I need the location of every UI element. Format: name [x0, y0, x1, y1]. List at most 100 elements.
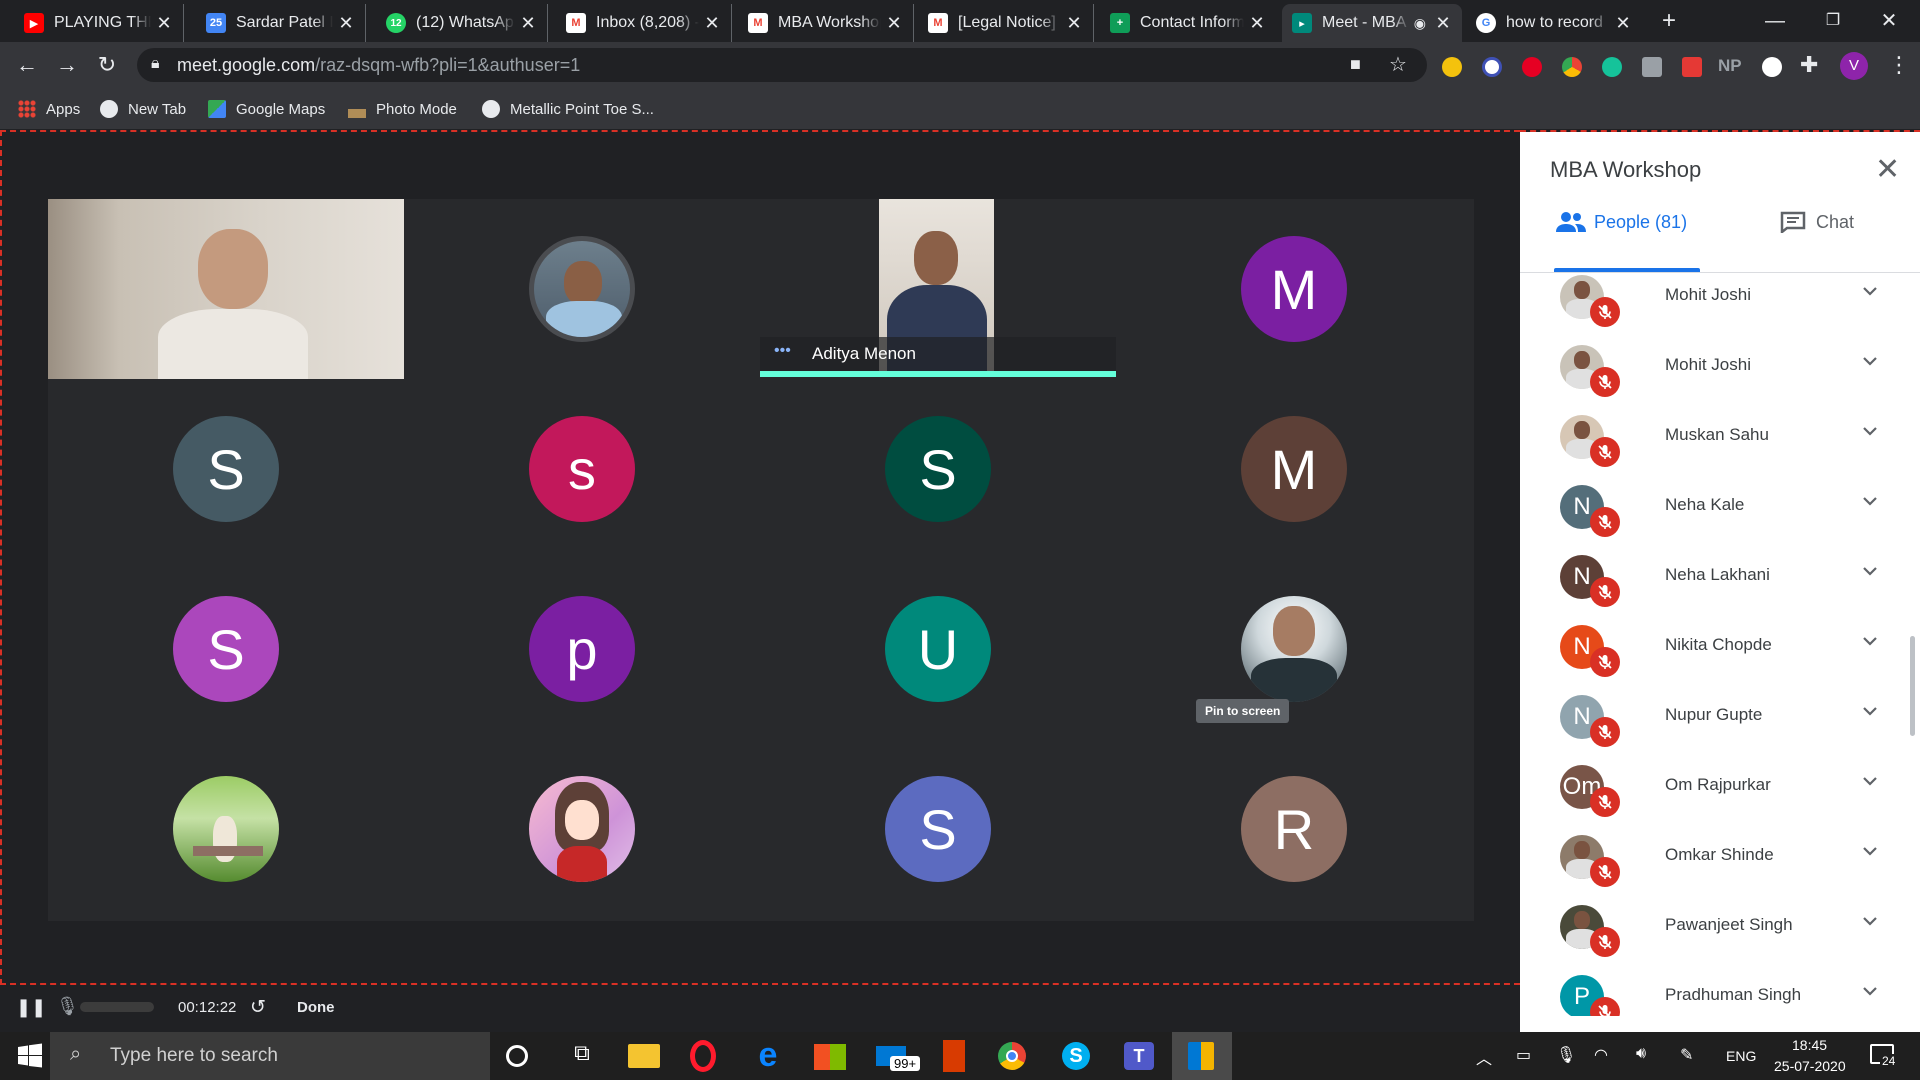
chevron-down-icon[interactable] [1860, 701, 1880, 721]
extension-red-icon[interactable] [1682, 57, 1702, 77]
more-options-dots-icon[interactable]: ••• [774, 342, 791, 360]
participant-tile-active[interactable]: ••• Aditya Menon [760, 199, 1116, 379]
extensions-puzzle-icon[interactable]: ✚ [1800, 52, 1818, 78]
close-tab-icon[interactable]: ✕ [1434, 13, 1452, 34]
microphone-icon[interactable]: 🎙︎ [56, 996, 79, 1017]
opera-icon[interactable] [690, 1040, 716, 1072]
participant-row[interactable]: N Nupur Gupte [1520, 695, 1920, 765]
extension-puzzle-icon[interactable] [1642, 57, 1662, 77]
chevron-down-icon[interactable] [1860, 981, 1880, 1001]
browser-tab[interactable]: + Contact Inform ✕ [1100, 4, 1276, 42]
chevron-down-icon[interactable] [1860, 841, 1880, 861]
chevron-down-icon[interactable] [1860, 281, 1880, 301]
bookmark-google-maps[interactable]: Google Maps [208, 98, 325, 120]
forward-button[interactable]: → [52, 50, 82, 80]
close-tab-icon[interactable]: ✕ [155, 13, 173, 34]
windows-start-icon[interactable] [14, 1040, 46, 1072]
chevron-down-icon[interactable] [1860, 771, 1880, 791]
extension-chrome-icon[interactable] [1562, 57, 1582, 77]
wifi-icon[interactable]: ◠ [1594, 1045, 1608, 1065]
volume-icon[interactable]: 🔊︎ [1636, 1045, 1646, 1063]
new-tab-button[interactable]: + [1646, 6, 1692, 36]
participant-row[interactable]: Omkar Shinde [1520, 835, 1920, 905]
participant-row[interactable]: Muskan Sahu [1520, 415, 1920, 485]
tab-people[interactable]: People (81) [1556, 202, 1687, 242]
taskbar-search[interactable]: ⌕ Type here to search [50, 1032, 490, 1080]
file-explorer-icon[interactable] [628, 1044, 660, 1068]
back-button[interactable]: ← [12, 50, 42, 80]
participant-row[interactable]: Mohit Joshi [1520, 275, 1920, 345]
chevron-down-icon[interactable] [1860, 631, 1880, 651]
chevron-down-icon[interactable] [1860, 561, 1880, 581]
browser-tab[interactable]: M Inbox (8,208) - ✕ [556, 4, 732, 42]
close-tab-icon[interactable]: ✕ [885, 13, 903, 34]
chevron-down-icon[interactable] [1860, 491, 1880, 511]
mail-icon[interactable]: 99+ [876, 1040, 921, 1072]
minimize-button[interactable]: — [1752, 6, 1798, 36]
browser-tab[interactable]: ▶ PLAYING THE F ✕ [14, 4, 184, 42]
chevron-down-icon[interactable] [1860, 351, 1880, 371]
participant-row[interactable]: N Nikita Chopde [1520, 625, 1920, 695]
clock-time[interactable]: 18:45 [1792, 1037, 1827, 1053]
close-tab-icon[interactable]: ✕ [1248, 13, 1266, 34]
participant-tile[interactable]: Pin to screen [1116, 559, 1472, 739]
participant-tile[interactable] [48, 199, 404, 379]
clock-date[interactable]: 25-07-2020 [1774, 1058, 1846, 1074]
browser-tab[interactable]: 25 Sardar Patel Ins ✕ [196, 4, 366, 42]
store-icon[interactable] [814, 1044, 846, 1070]
menu-kebab-icon[interactable]: ⋮ [1888, 52, 1910, 78]
participant-row[interactable]: Mohit Joshi [1520, 345, 1920, 415]
extension-bulb-icon[interactable] [1442, 57, 1462, 77]
participant-row[interactable]: N Neha Lakhani [1520, 555, 1920, 625]
participant-tile[interactable]: S [48, 559, 404, 739]
bookmark-apps[interactable]: Apps [18, 98, 80, 120]
participant-tile[interactable]: s [404, 379, 760, 559]
participant-tile[interactable] [404, 739, 760, 919]
battery-icon[interactable]: ▭ [1516, 1045, 1531, 1065]
bookmark-new-tab[interactable]: New Tab [100, 98, 186, 120]
participant-row[interactable]: Om Om Rajpurkar [1520, 765, 1920, 835]
close-tab-icon[interactable]: ✕ [1065, 13, 1083, 34]
participant-row[interactable]: Pawanjeet Singh [1520, 905, 1920, 975]
extension-np-icon[interactable]: NP [1718, 56, 1742, 76]
browser-tab[interactable]: M [Legal Notice] I ✕ [918, 4, 1094, 42]
grammarly-icon[interactable] [1602, 57, 1622, 77]
scrollbar[interactable] [1910, 636, 1915, 736]
close-tab-icon[interactable]: ✕ [1614, 13, 1632, 34]
participant-tile[interactable] [48, 739, 404, 919]
task-view-icon[interactable]: ⧉ [566, 1040, 598, 1072]
extension-block-icon[interactable] [1482, 57, 1502, 77]
pause-icon[interactable]: ❚❚ [16, 997, 46, 1018]
close-tab-icon[interactable]: ✕ [519, 13, 537, 34]
participant-tile[interactable]: S [760, 739, 1116, 919]
pen-icon[interactable]: ✎ [1680, 1045, 1693, 1065]
close-panel-icon[interactable]: ✕ [1875, 152, 1900, 187]
participant-tile[interactable]: R [1116, 739, 1472, 919]
close-window-button[interactable]: ✕ [1866, 6, 1912, 36]
office-icon[interactable] [943, 1040, 965, 1072]
language-indicator[interactable]: ENG [1726, 1048, 1756, 1064]
browser-tab[interactable]: G how to record ✕ [1466, 4, 1642, 42]
extension-circle-icon[interactable] [1762, 57, 1782, 77]
browser-tab[interactable]: M MBA Workshop ✕ [738, 4, 914, 42]
tray-expand-icon[interactable]: ︿ [1476, 1045, 1492, 1069]
cortana-icon[interactable] [506, 1045, 528, 1067]
chevron-down-icon[interactable] [1860, 421, 1880, 441]
teams-icon[interactable]: T [1124, 1042, 1154, 1070]
done-button[interactable]: Done [297, 999, 335, 1016]
notifications-icon[interactable]: 24 [1870, 1042, 1900, 1070]
camera-icon[interactable]: ■ [1350, 54, 1361, 75]
reload-button[interactable]: ↻ [92, 50, 122, 80]
browser-tab[interactable]: 12 (12) WhatsApp ✕ [376, 4, 548, 42]
address-bar[interactable]: 🔒︎ meet.google.com/raz-dsqm-wfb?pli=1&au… [137, 48, 1427, 82]
restart-icon[interactable]: ↺ [250, 996, 266, 1019]
bookmark-photo-mode[interactable]: Photo Mode [348, 98, 457, 120]
bookmark-metallic-point-toe[interactable]: Metallic Point Toe S... [482, 98, 654, 120]
participant-tile[interactable]: M [1116, 379, 1472, 559]
browser-tab-active[interactable]: ▸ Meet - MBA ◉ ✕ [1282, 4, 1462, 42]
edge-icon[interactable]: e [752, 1038, 784, 1072]
close-tab-icon[interactable]: ✕ [337, 13, 355, 34]
skype-icon[interactable]: S [1062, 1042, 1090, 1070]
taskbar-active-app[interactable] [1172, 1032, 1232, 1080]
participant-tile[interactable]: S [760, 379, 1116, 559]
